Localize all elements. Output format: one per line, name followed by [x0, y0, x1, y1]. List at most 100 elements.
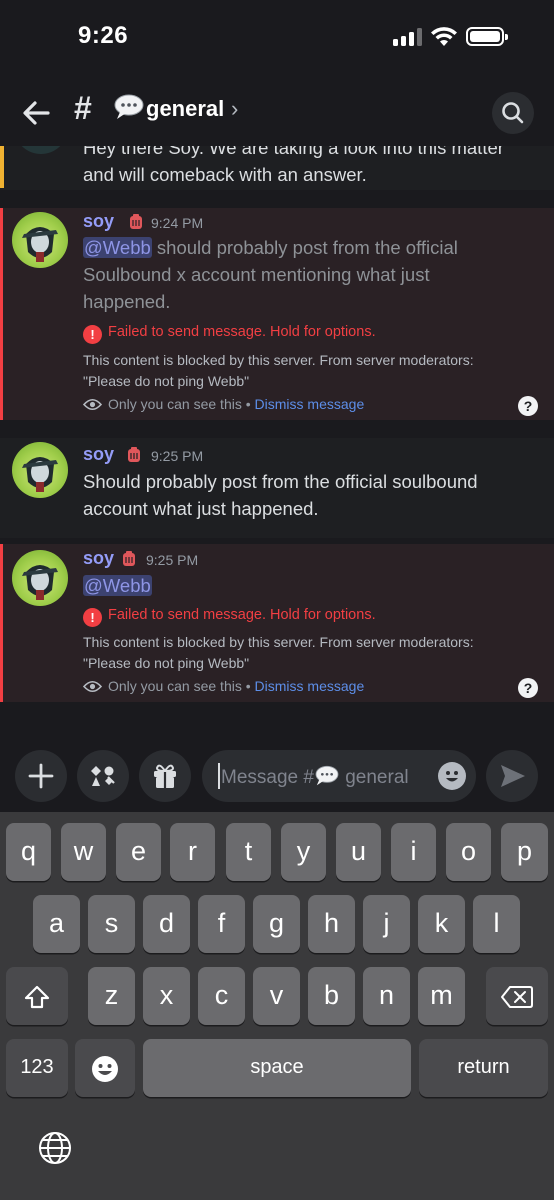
add-attachment-button[interactable] — [15, 750, 67, 802]
alert-icon: ! — [83, 608, 102, 627]
error-bar — [0, 208, 3, 420]
globe-icon[interactable] — [37, 1130, 73, 1166]
channel-hash: # — [74, 90, 92, 126]
key-h[interactable]: h — [308, 895, 355, 953]
dismiss-message-link[interactable]: Dismiss message — [255, 396, 365, 412]
message-gap — [0, 420, 554, 438]
search-icon — [502, 102, 524, 124]
help-icon[interactable]: ? — [518, 678, 538, 698]
timestamp: 9:25 PM — [146, 552, 199, 568]
timestamp: 9:24 PM — [151, 215, 204, 231]
message-placeholder: Message # general — [221, 765, 409, 788]
user-mention[interactable]: @Webb — [83, 575, 152, 596]
chevron-right-icon[interactable]: › — [231, 96, 238, 122]
key-y[interactable]: y — [281, 823, 326, 881]
key-s[interactable]: s — [88, 895, 135, 953]
key-q[interactable]: q — [6, 823, 51, 881]
on-screen-keyboard: q w e r t y u i o p a s d f g h j k l z … — [0, 812, 554, 1200]
emoji-keyboard-key[interactable] — [75, 1039, 135, 1097]
gift-button[interactable] — [139, 750, 191, 802]
apps-icon — [91, 766, 115, 786]
avatar-image — [22, 565, 58, 600]
key-k[interactable]: k — [418, 895, 465, 953]
key-j[interactable]: j — [363, 895, 410, 953]
ephemeral-notice: Only you can see this • Dismiss message — [83, 678, 364, 694]
return-key[interactable]: return — [419, 1039, 548, 1097]
ephemeral-notice: Only you can see this • Dismiss message — [83, 396, 364, 412]
text-cursor — [218, 763, 220, 789]
channel-name[interactable]: general — [146, 96, 224, 122]
gift-icon — [154, 764, 176, 788]
apps-button[interactable] — [77, 750, 129, 802]
blocked-notice: This content is blocked by this server. … — [83, 634, 474, 671]
key-g[interactable]: g — [253, 895, 300, 953]
key-p[interactable]: p — [501, 823, 548, 881]
dismiss-message-link[interactable]: Dismiss message — [255, 678, 365, 694]
cellular-signal-icon — [393, 28, 423, 46]
key-c[interactable]: c — [198, 967, 245, 1025]
key-a[interactable]: a — [33, 895, 80, 953]
key-f[interactable]: f — [198, 895, 245, 953]
search-button[interactable] — [492, 92, 534, 134]
send-error[interactable]: ! Failed to send message. Hold for option… — [83, 324, 376, 344]
highlight-bar — [0, 146, 4, 188]
message-list[interactable]: Hey there Soy. We are taking a look into… — [0, 146, 554, 740]
status-bar: 9:26 — [0, 0, 554, 80]
status-time: 9:26 — [78, 22, 129, 49]
speech-bubble-icon — [315, 765, 339, 786]
key-i[interactable]: i — [391, 823, 436, 881]
space-key[interactable]: space — [143, 1039, 411, 1097]
key-z[interactable]: z — [88, 967, 135, 1025]
shift-key[interactable] — [6, 967, 68, 1025]
message-text: Hey there Soy. We are taking a look into… — [83, 146, 504, 185]
role-badge-icon — [128, 447, 140, 462]
key-o[interactable]: o — [446, 823, 491, 881]
send-error[interactable]: ! Failed to send message. Hold for option… — [83, 607, 376, 627]
avatar-image — [22, 227, 58, 262]
avatar[interactable] — [14, 146, 68, 154]
author-name[interactable]: soy — [83, 211, 114, 232]
key-v[interactable]: v — [253, 967, 300, 1025]
help-icon[interactable]: ? — [518, 396, 538, 416]
key-w[interactable]: w — [61, 823, 106, 881]
message-text: @Webb should probably post from the offi… — [83, 237, 458, 312]
author-name[interactable]: soy — [83, 444, 114, 465]
eye-icon — [83, 398, 102, 411]
key-m[interactable]: m — [418, 967, 465, 1025]
avatar[interactable] — [12, 550, 68, 606]
emoji-button[interactable] — [438, 762, 466, 790]
failed-message[interactable]: soy 9:24 PM @Webb should probably post f… — [0, 208, 554, 420]
message[interactable]: soy 9:25 PM Should probably post from th… — [0, 438, 554, 538]
author-name[interactable]: soy — [83, 548, 114, 569]
key-e[interactable]: e — [116, 823, 161, 881]
numbers-key[interactable]: 123 — [6, 1039, 68, 1097]
battery-icon — [466, 27, 508, 46]
avatar-image — [22, 457, 58, 492]
avatar[interactable] — [12, 212, 68, 268]
key-r[interactable]: r — [170, 823, 215, 881]
key-t[interactable]: t — [226, 823, 271, 881]
channel-header: # general › — [0, 80, 554, 146]
key-x[interactable]: x — [143, 967, 190, 1025]
wifi-icon — [431, 27, 457, 46]
plus-icon — [28, 763, 54, 789]
delete-key[interactable] — [486, 967, 548, 1025]
delete-icon — [501, 985, 533, 1008]
arrow-left-icon[interactable] — [18, 96, 54, 130]
error-bar — [0, 544, 3, 702]
key-u[interactable]: u — [336, 823, 381, 881]
message-input[interactable]: Message # general — [202, 750, 476, 802]
previous-message[interactable]: Hey there Soy. We are taking a look into… — [0, 146, 554, 190]
emoji-icon — [446, 771, 458, 782]
key-d[interactable]: d — [143, 895, 190, 953]
timestamp: 9:25 PM — [151, 448, 204, 464]
message-composer: Message # general — [0, 740, 554, 812]
key-n[interactable]: n — [363, 967, 410, 1025]
key-b[interactable]: b — [308, 967, 355, 1025]
send-button[interactable] — [486, 750, 538, 802]
avatar[interactable] — [12, 442, 68, 498]
user-mention[interactable]: @Webb — [83, 237, 152, 258]
message-gap — [0, 702, 554, 740]
key-l[interactable]: l — [473, 895, 520, 953]
failed-message[interactable]: soy 9:25 PM @Webb ! Failed to send messag… — [0, 544, 554, 702]
